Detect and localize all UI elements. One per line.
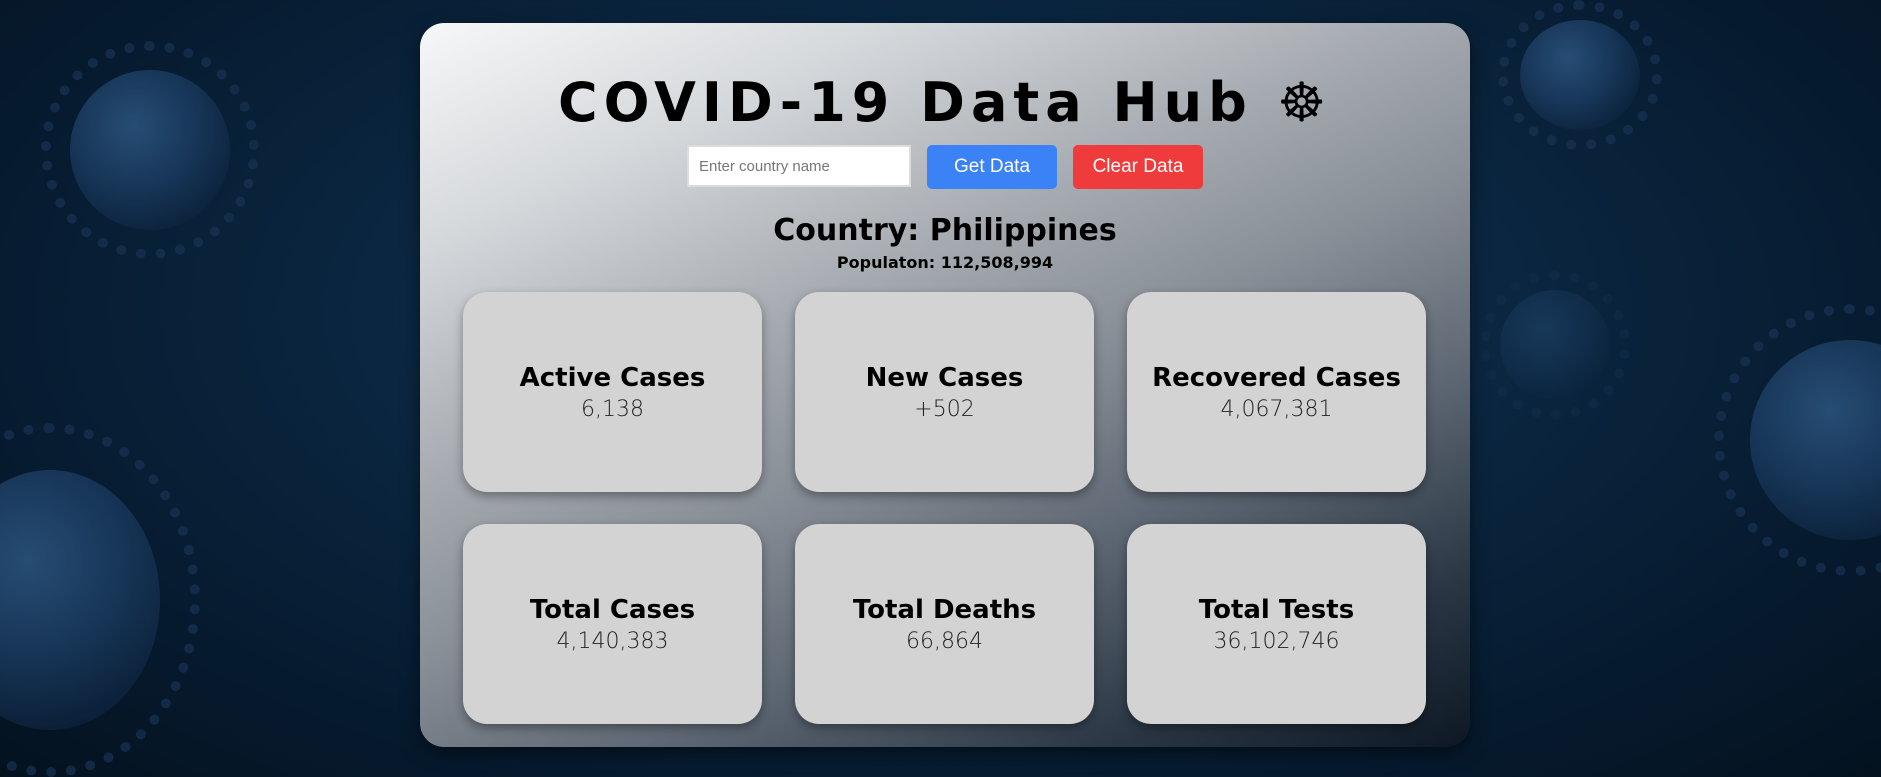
stat-label: Total Cases: [529, 594, 696, 625]
page-title: COVID-19 Data Hub ☸: [558, 71, 1332, 134]
stat-value: 4,140,383: [556, 628, 669, 654]
background-virus-image: [0, 423, 200, 777]
stat-label: Total Deaths: [852, 594, 1037, 625]
background-virus-image: [1714, 304, 1881, 576]
stat-value: 36,102,746: [1213, 628, 1340, 654]
background-virus-image: [41, 41, 259, 259]
stat-label: Recovered Cases: [1152, 362, 1401, 393]
stat-value: 6,138: [581, 396, 644, 422]
stat-value: +502: [914, 396, 975, 422]
stat-value: 66,864: [906, 628, 983, 654]
stats-grid: Active Cases 6,138 New Cases +502 Recove…: [463, 292, 1427, 724]
main-panel: COVID-19 Data Hub ☸ Get Data Clear Data …: [420, 23, 1470, 747]
stat-card-recovered-cases: Recovered Cases 4,067,381: [1127, 292, 1426, 492]
population-text: Populaton: 112,508,994: [836, 253, 1054, 272]
stat-card-active-cases: Active Cases 6,138: [463, 292, 762, 492]
stat-label: New Cases: [865, 362, 1024, 393]
stat-card-new-cases: New Cases +502: [795, 292, 1094, 492]
country-search-input[interactable]: [687, 145, 911, 187]
search-controls: Get Data Clear Data: [420, 145, 1470, 189]
stat-card-total-tests: Total Tests 36,102,746: [1127, 524, 1426, 724]
country-name: Country: Philippines: [773, 213, 1117, 248]
stat-value: 4,067,381: [1220, 396, 1333, 422]
stat-label: Total Tests: [1198, 594, 1355, 625]
clear-data-button[interactable]: Clear Data: [1073, 145, 1203, 189]
stat-card-total-deaths: Total Deaths 66,864: [795, 524, 1094, 724]
stat-label: Active Cases: [519, 362, 706, 393]
stat-card-total-cases: Total Cases 4,140,383: [463, 524, 762, 724]
background-virus-image: [1498, 0, 1662, 150]
get-data-button[interactable]: Get Data: [927, 145, 1057, 189]
background-virus-image: [1480, 270, 1630, 420]
